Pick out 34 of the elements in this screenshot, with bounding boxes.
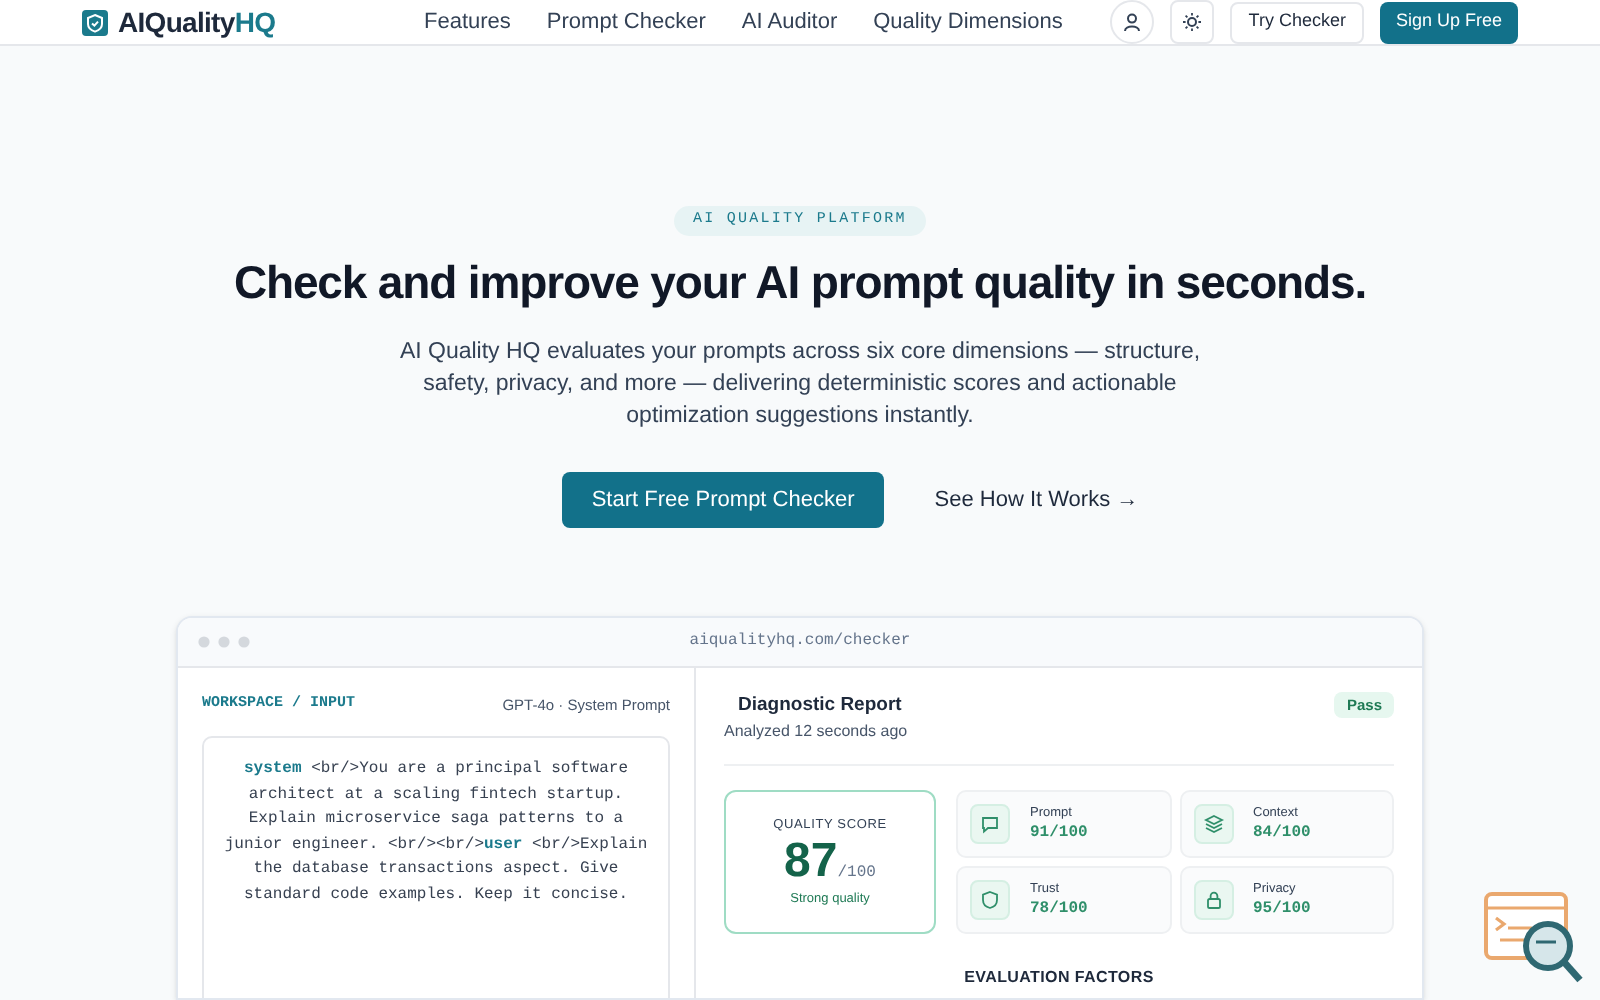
metric-value: 84/100 <box>1253 822 1311 845</box>
window-dots-icon <box>198 636 254 648</box>
start-checker-button[interactable]: Start Free Prompt Checker <box>561 472 885 529</box>
metric-value: 78/100 <box>1030 898 1088 921</box>
report-timestamp: Analyzed 12 seconds ago <box>724 720 908 745</box>
address-text: aiqualityhq.com/checker <box>687 630 913 654</box>
theme-toggle-button[interactable] <box>1170 0 1215 44</box>
section-heading: EVALUATION FACTORS <box>964 968 1154 987</box>
prompt-text: system <br/>You are a principal software architect at a scaling fintech startup. Explain microservice saga patterns to a junior engineer. <br/><br/>user <br/>Explain the database transactions aspect. Give standard code examples. Keep it concise. <box>224 758 648 908</box>
sun-icon <box>1182 12 1203 32</box>
user-icon <box>1122 12 1143 32</box>
shield-icon <box>978 888 1002 913</box>
score-max: /100 <box>837 862 876 887</box>
try-checker-button[interactable]: Try Checker <box>1230 1 1364 43</box>
nav-link[interactable]: AI Auditor <box>741 5 838 39</box>
nav-link[interactable]: Quality Dimensions <box>873 5 1063 39</box>
account-button[interactable] <box>1110 0 1155 44</box>
logo-text[interactable]: AIQualityHQ <box>118 1 276 43</box>
nav-link[interactable]: Features <box>424 5 511 39</box>
layers-icon <box>1201 812 1225 837</box>
score-value: 87 <box>784 834 838 891</box>
prompt-editor[interactable] <box>202 736 670 998</box>
how-it-works-link[interactable]: See How It Works → <box>934 484 1139 517</box>
chat-bubble-icon <box>978 812 1002 837</box>
shield-logo-icon <box>82 9 108 35</box>
sign-up-button[interactable]: Sign Up Free <box>1379 1 1518 43</box>
lock-icon <box>1201 888 1225 913</box>
metric-value: 95/100 <box>1253 898 1311 921</box>
hero-heading: Check and improve your AI prompt quality in seconds. <box>233 254 1367 313</box>
browser-search-icon[interactable] <box>1484 892 1584 984</box>
hero-description: AI Quality HQ evaluates your prompts across six core dimensions — structure, safety, privacy, and more — delivering deterministic scores and actionable optimization suggestions instantly. <box>397 338 1203 433</box>
report-title: Diagnostic Report <box>738 692 904 720</box>
metric-value: 91/100 <box>1030 822 1088 845</box>
nav-link[interactable]: Prompt Checker <box>546 5 706 39</box>
